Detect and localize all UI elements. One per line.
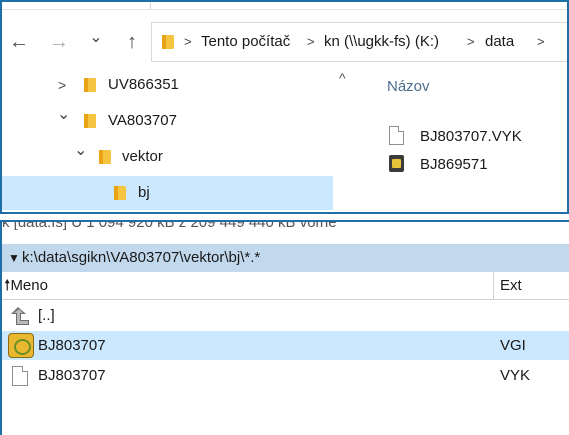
breadcrumb-this-pc[interactable]: Tento počítač bbox=[201, 23, 290, 61]
recent-locations-button[interactable]: ⌄ bbox=[86, 18, 106, 58]
file-extension: VGI bbox=[500, 337, 526, 354]
back-button[interactable]: ← bbox=[6, 22, 32, 62]
forward-button[interactable]: → bbox=[46, 22, 72, 62]
breadcrumb-separator: > bbox=[184, 34, 192, 49]
file-name: BJ803707 bbox=[38, 367, 106, 384]
file-name: BJ803707.VYK bbox=[420, 128, 522, 145]
dropdown-arrow-icon[interactable]: ▼ bbox=[8, 244, 20, 272]
parent-folder-icon bbox=[11, 307, 29, 325]
breadcrumb-drive-k[interactable]: kn (\\ugkk-fs) (K:) bbox=[324, 23, 439, 61]
breadcrumb-separator: > bbox=[307, 34, 315, 49]
chevron-down-icon[interactable]: ⌄ bbox=[74, 134, 87, 168]
file-extension: VYK bbox=[500, 367, 531, 384]
folder-icon bbox=[84, 114, 96, 128]
column-header-name[interactable]: Názov bbox=[387, 78, 430, 95]
column-headers: 🠕Meno Ext bbox=[2, 272, 569, 300]
folder-icon bbox=[162, 35, 174, 49]
file-explorer-window: ← → ⌄ ↑ > Tento počítač > kn (\\ugkk-fs)… bbox=[0, 0, 569, 214]
arrow-left-icon: ← bbox=[9, 31, 29, 53]
tree-item-uv866351[interactable]: > UV866351 bbox=[2, 68, 359, 102]
navigation-bar: ← → ⌄ ↑ > Tento počítač > kn (\\ugkk-fs)… bbox=[2, 22, 567, 62]
tree-item-vektor[interactable]: ⌄ vektor bbox=[2, 140, 359, 174]
tree-item-label: VA803707 bbox=[108, 112, 177, 129]
tree-scrollbar[interactable]: ^ bbox=[333, 64, 359, 212]
tree-item-bj[interactable]: bj bbox=[2, 176, 359, 210]
column-header-name[interactable]: 🠕Meno bbox=[4, 272, 48, 300]
breadcrumb-separator: > bbox=[537, 34, 545, 49]
tree-item-label: bj bbox=[138, 184, 150, 201]
file-row-parent[interactable]: [..] bbox=[2, 301, 569, 330]
column-divider[interactable] bbox=[493, 272, 494, 300]
folder-icon bbox=[99, 150, 111, 164]
file-list: Názov BJ803707.VYK BJ869571 bbox=[359, 64, 567, 212]
breadcrumb-data[interactable]: data bbox=[485, 23, 514, 61]
folder-icon bbox=[84, 78, 96, 92]
current-path: k:\data\sgikn\VA803707\vektor\bj\*.* bbox=[22, 249, 261, 266]
column-header-ext[interactable]: Ext bbox=[500, 272, 522, 300]
arrow-up-icon: ↑ bbox=[127, 31, 137, 53]
arrow-right-icon: → bbox=[49, 31, 69, 53]
scroll-up-icon[interactable]: ^ bbox=[339, 70, 346, 86]
tree-item-label: UV866351 bbox=[108, 76, 179, 93]
file-row[interactable]: BJ803707 VYK bbox=[2, 361, 569, 390]
file-row[interactable]: BJ803707 VGI bbox=[2, 331, 569, 360]
breadcrumb-separator: > bbox=[467, 34, 475, 49]
file-name: [..] bbox=[38, 307, 55, 324]
file-manager-panel: k [data.fs] U 1 094 920 kB z 209 449 440… bbox=[0, 220, 569, 435]
drive-info-text: k [data.fs] U 1 094 920 kB z 209 449 440… bbox=[2, 220, 337, 231]
column-header-name-label: Meno bbox=[10, 277, 48, 294]
drive-bar: k [data.fs] U 1 094 920 kB z 209 449 440… bbox=[2, 222, 569, 244]
ribbon-strip bbox=[2, 2, 567, 10]
chevron-down-icon: ⌄ bbox=[89, 29, 103, 46]
tree-item-label: vektor bbox=[122, 148, 163, 165]
path-bar[interactable]: ▼ k:\data\sgikn\VA803707\vektor\bj\*.* bbox=[2, 244, 569, 272]
file-name: BJ803707 bbox=[38, 337, 106, 354]
document-icon bbox=[389, 126, 404, 145]
document-icon bbox=[12, 366, 28, 386]
navigation-tree: > UV866351 ⌄ VA803707 ⌄ vektor bj bbox=[2, 64, 359, 212]
tree-item-va803707[interactable]: ⌄ VA803707 bbox=[2, 104, 359, 138]
up-button[interactable]: ↑ bbox=[120, 22, 144, 62]
database-icon bbox=[389, 155, 404, 172]
chevron-down-icon[interactable]: ⌄ bbox=[57, 98, 70, 132]
vgi-file-icon bbox=[8, 333, 34, 358]
file-name: BJ869571 bbox=[420, 156, 488, 173]
chevron-right-icon[interactable]: > bbox=[58, 68, 66, 102]
folder-icon bbox=[114, 186, 126, 200]
ribbon-bottom-line bbox=[2, 9, 567, 10]
address-bar[interactable]: > Tento počítač > kn (\\ugkk-fs) (K:) > … bbox=[151, 22, 567, 62]
